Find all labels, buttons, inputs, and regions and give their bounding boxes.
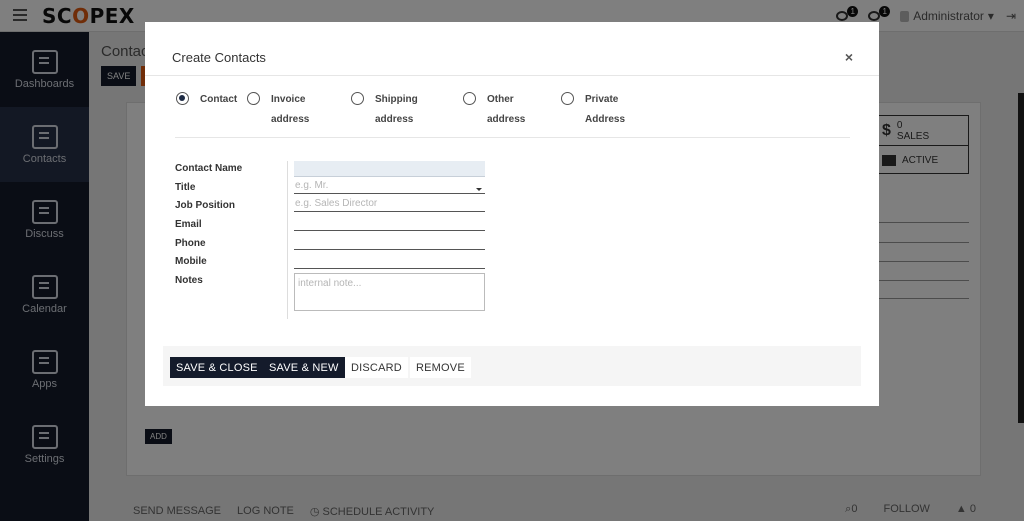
radio-button-icon[interactable]	[176, 92, 189, 105]
mobile-label: Mobile	[175, 256, 207, 267]
remove-button[interactable]: REMOVE	[410, 357, 471, 378]
form-column-separator	[287, 161, 288, 319]
address-type-radio-group: Contact Invoice address Shipping address O…	[176, 90, 856, 138]
radio-button-icon[interactable]	[351, 92, 364, 105]
save-new-button[interactable]: SAVE & NEW	[263, 357, 345, 378]
modal-title: Create Contacts	[172, 50, 266, 65]
mobile-input[interactable]	[294, 255, 485, 269]
divider	[175, 137, 850, 138]
notes-textarea[interactable]	[294, 273, 485, 311]
radio-label: Shipping	[375, 94, 418, 105]
title-select[interactable]	[294, 180, 485, 194]
modal-footer: SAVE & CLOSE SAVE & NEW DISCARD REMOVE	[163, 346, 861, 386]
radio-label: Private	[585, 94, 619, 105]
create-contacts-modal: Create Contacts × Contact Invoice address…	[145, 22, 879, 406]
radio-invoice-address[interactable]: Invoice address	[247, 90, 309, 130]
radio-label: Invoice	[271, 94, 306, 105]
radio-label: Contact	[200, 94, 238, 105]
phone-input[interactable]	[294, 236, 485, 250]
email-label: Email	[175, 219, 202, 230]
chevron-down-icon[interactable]	[476, 188, 482, 191]
radio-label: Other	[487, 94, 514, 105]
save-close-button[interactable]: SAVE & CLOSE	[170, 357, 264, 378]
email-input[interactable]	[294, 217, 485, 231]
scrollbar-thumb[interactable]	[1018, 93, 1024, 423]
job-position-input[interactable]	[294, 198, 485, 212]
radio-shipping-address[interactable]: Shipping address	[351, 90, 418, 130]
divider	[145, 75, 879, 76]
contact-name-input[interactable]	[294, 161, 485, 177]
radio-label: Address	[585, 114, 626, 125]
radio-label: address	[271, 114, 310, 125]
radio-contact[interactable]: Contact	[176, 90, 237, 110]
radio-button-icon[interactable]	[463, 92, 476, 105]
job-position-label: Job Position	[175, 200, 235, 211]
discard-button[interactable]: DISCARD	[345, 357, 408, 378]
radio-label: address	[487, 114, 526, 125]
radio-label: address	[375, 114, 414, 125]
close-icon[interactable]: ×	[845, 49, 853, 65]
radio-button-icon[interactable]	[561, 92, 574, 105]
radio-private-address[interactable]: Private Address	[561, 90, 625, 130]
contact-name-label: Contact Name	[175, 163, 243, 174]
title-label: Title	[175, 182, 196, 193]
radio-button-icon[interactable]	[247, 92, 260, 105]
radio-other-address[interactable]: Other address	[463, 90, 525, 130]
phone-label: Phone	[175, 238, 206, 249]
notes-label: Notes	[175, 275, 203, 286]
